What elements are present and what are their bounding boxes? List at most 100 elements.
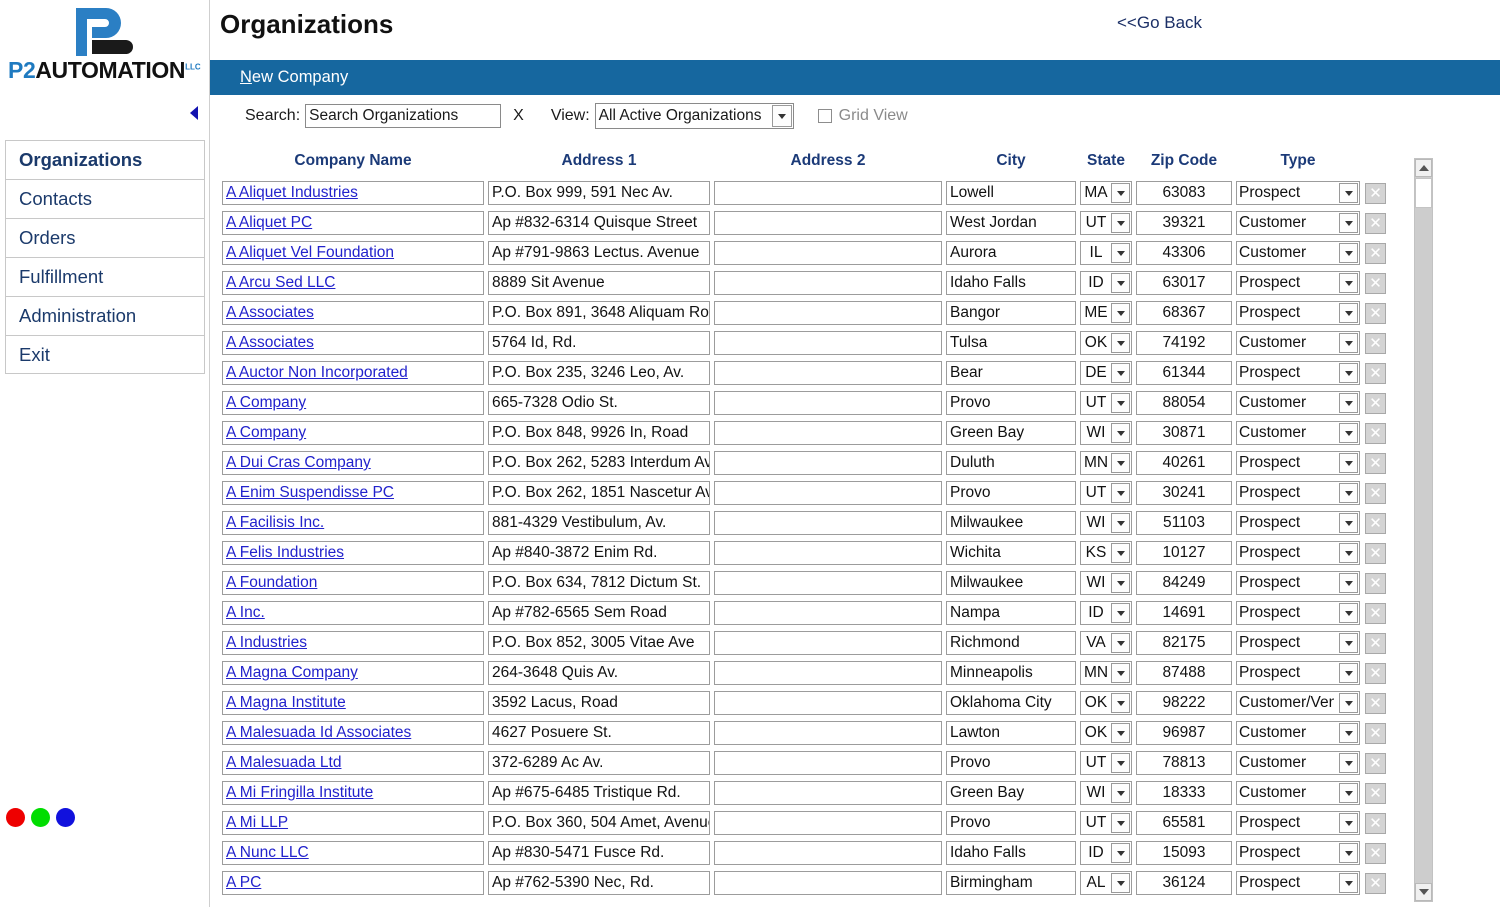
chevron-down-icon[interactable]	[1111, 753, 1130, 773]
cell-address-2[interactable]	[714, 391, 942, 415]
delete-row-button[interactable]: ✕	[1365, 512, 1386, 534]
delete-row-button[interactable]: ✕	[1365, 302, 1386, 324]
chevron-down-icon[interactable]	[1339, 213, 1358, 233]
chevron-down-icon[interactable]	[1111, 633, 1130, 653]
cell-zip-code[interactable]: 98222	[1136, 691, 1232, 715]
chevron-down-icon[interactable]	[1339, 483, 1358, 503]
company-name-link[interactable]: A Felis Industries	[226, 544, 344, 562]
cell-city[interactable]: Birmingham	[946, 871, 1076, 895]
cell-zip-code[interactable]: 82175	[1136, 631, 1232, 655]
company-name-link[interactable]: A Associates	[226, 334, 314, 352]
delete-row-button[interactable]: ✕	[1365, 482, 1386, 504]
cell-address-2[interactable]	[714, 841, 942, 865]
cell-address-1[interactable]: P.O. Box 852, 3005 Vitae Ave	[488, 631, 710, 655]
cell-company-name[interactable]: A Associates	[222, 331, 484, 355]
cell-type-select[interactable]: Customer	[1236, 391, 1360, 415]
cell-state-select[interactable]: ID	[1080, 601, 1132, 625]
delete-row-button[interactable]: ✕	[1365, 872, 1386, 894]
delete-row-button[interactable]: ✕	[1365, 752, 1386, 774]
cell-state-select[interactable]: WI	[1080, 511, 1132, 535]
search-input[interactable]	[305, 104, 502, 128]
delete-row-button[interactable]: ✕	[1365, 722, 1386, 744]
cell-type-select[interactable]: Prospect	[1236, 451, 1360, 475]
cell-state-select[interactable]: OK	[1080, 331, 1132, 355]
cell-company-name[interactable]: A Malesuada Ltd	[222, 751, 484, 775]
cell-address-2[interactable]	[714, 241, 942, 265]
cell-address-2[interactable]	[714, 211, 942, 235]
cell-type-select[interactable]: Prospect	[1236, 631, 1360, 655]
cell-zip-code[interactable]: 63083	[1136, 181, 1232, 205]
cell-state-select[interactable]: UT	[1080, 391, 1132, 415]
new-company-button[interactable]: New Company	[240, 68, 348, 87]
cell-zip-code[interactable]: 14691	[1136, 601, 1232, 625]
cell-address-1[interactable]: Ap #832-6314 Quisque Street	[488, 211, 710, 235]
cell-state-select[interactable]: MA	[1080, 181, 1132, 205]
cell-company-name[interactable]: A Company	[222, 391, 484, 415]
chevron-down-icon[interactable]	[1339, 333, 1358, 353]
cell-address-1[interactable]: 372-6289 Ac Av.	[488, 751, 710, 775]
sidebar-item-exit[interactable]: Exit	[5, 335, 205, 374]
delete-row-button[interactable]: ✕	[1365, 662, 1386, 684]
delete-row-button[interactable]: ✕	[1365, 362, 1386, 384]
sidebar-item-organizations[interactable]: Organizations	[5, 140, 205, 179]
cell-state-select[interactable]: UT	[1080, 481, 1132, 505]
cell-address-1[interactable]: 4627 Posuere St.	[488, 721, 710, 745]
cell-type-select[interactable]: Prospect	[1236, 661, 1360, 685]
cell-zip-code[interactable]: 18333	[1136, 781, 1232, 805]
sidebar-item-fulfillment[interactable]: Fulfillment	[5, 257, 205, 296]
delete-row-button[interactable]: ✕	[1365, 632, 1386, 654]
cell-type-select[interactable]: Prospect	[1236, 301, 1360, 325]
cell-type-select[interactable]: Customer	[1236, 781, 1360, 805]
vertical-scrollbar[interactable]	[1414, 158, 1433, 902]
chevron-down-icon[interactable]	[1339, 693, 1358, 713]
chevron-down-icon[interactable]	[1111, 603, 1130, 623]
cell-zip-code[interactable]: 30871	[1136, 421, 1232, 445]
chevron-down-icon[interactable]	[1339, 543, 1358, 563]
cell-zip-code[interactable]: 39321	[1136, 211, 1232, 235]
cell-zip-code[interactable]: 43306	[1136, 241, 1232, 265]
cell-zip-code[interactable]: 36124	[1136, 871, 1232, 895]
chevron-down-icon[interactable]	[1111, 423, 1130, 443]
cell-company-name[interactable]: A Inc.	[222, 601, 484, 625]
company-name-link[interactable]: A Malesuada Id Associates	[226, 724, 411, 742]
delete-row-button[interactable]: ✕	[1365, 572, 1386, 594]
company-name-link[interactable]: A Company	[226, 424, 306, 442]
cell-type-select[interactable]: Prospect	[1236, 511, 1360, 535]
cell-state-select[interactable]: WI	[1080, 421, 1132, 445]
cell-type-select[interactable]: Prospect	[1236, 541, 1360, 565]
cell-state-select[interactable]: ME	[1080, 301, 1132, 325]
cell-company-name[interactable]: A Enim Suspendisse PC	[222, 481, 484, 505]
cell-city[interactable]: Provo	[946, 391, 1076, 415]
cell-address-2[interactable]	[714, 721, 942, 745]
cell-address-1[interactable]: P.O. Box 235, 3246 Leo, Av.	[488, 361, 710, 385]
cell-company-name[interactable]: A PC	[222, 871, 484, 895]
cell-address-1[interactable]: 3592 Lacus, Road	[488, 691, 710, 715]
cell-company-name[interactable]: A Auctor Non Incorporated	[222, 361, 484, 385]
cell-type-select[interactable]: Prospect	[1236, 181, 1360, 205]
cell-company-name[interactable]: A Malesuada Id Associates	[222, 721, 484, 745]
cell-address-1[interactable]: Ap #762-5390 Nec, Rd.	[488, 871, 710, 895]
sidebar-item-administration[interactable]: Administration	[5, 296, 205, 335]
cell-city[interactable]: Lawton	[946, 721, 1076, 745]
cell-address-1[interactable]: P.O. Box 262, 1851 Nascetur Ave	[488, 481, 710, 505]
cell-company-name[interactable]: A Dui Cras Company	[222, 451, 484, 475]
grid-view-checkbox[interactable]	[817, 109, 832, 123]
cell-state-select[interactable]: WI	[1080, 781, 1132, 805]
cell-state-select[interactable]: MN	[1080, 451, 1132, 475]
cell-address-2[interactable]	[714, 661, 942, 685]
chevron-down-icon[interactable]	[1111, 363, 1130, 383]
cell-zip-code[interactable]: 78813	[1136, 751, 1232, 775]
delete-row-button[interactable]: ✕	[1365, 812, 1386, 834]
chevron-down-icon[interactable]	[1111, 573, 1130, 593]
cell-state-select[interactable]: OK	[1080, 691, 1132, 715]
scrollbar-thumb[interactable]	[1415, 178, 1432, 208]
cell-address-2[interactable]	[714, 361, 942, 385]
cell-state-select[interactable]: ID	[1080, 841, 1132, 865]
cell-address-2[interactable]	[714, 451, 942, 475]
company-name-link[interactable]: A Industries	[226, 634, 307, 652]
scroll-up-icon[interactable]	[1415, 159, 1432, 177]
chevron-down-icon[interactable]	[771, 105, 792, 127]
chevron-down-icon[interactable]	[1339, 183, 1358, 203]
chevron-down-icon[interactable]	[1339, 723, 1358, 743]
cell-address-1[interactable]: P.O. Box 999, 591 Nec Av.	[488, 181, 710, 205]
